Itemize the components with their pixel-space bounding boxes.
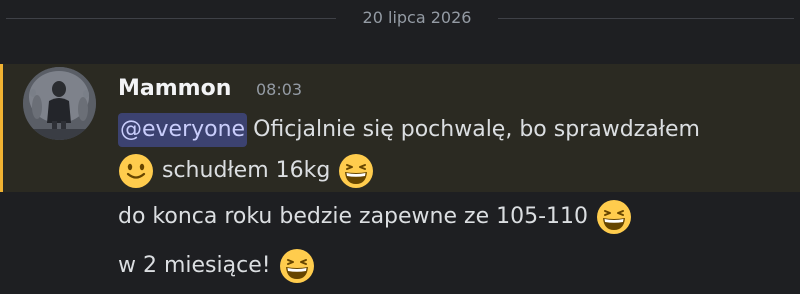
message-text-3: do konca roku bedzie zapewne ze 105-110 — [118, 204, 589, 229]
message-text-2: schudłem 16kg — [162, 158, 331, 183]
message-line-2: schudłem 16kg — [118, 153, 374, 189]
divider-line-right — [498, 18, 794, 19]
avatar[interactable] — [23, 67, 96, 140]
message-text-1: Oficjalnie się pochwalę, bo sprawdzałem — [253, 117, 700, 142]
date-divider: 20 lipca 2026 — [0, 0, 800, 40]
slightly-smiling-face-icon[interactable] — [118, 153, 154, 189]
mention-highlight-bar — [0, 64, 3, 192]
divider-line-left — [6, 18, 336, 19]
message-timestamp[interactable]: 08:03 — [256, 80, 302, 100]
date-divider-label: 20 lipca 2026 — [362, 8, 472, 27]
grinning-squinting-face-icon[interactable] — [596, 199, 632, 235]
message-line-1: @everyone Oficjalnie się pochwalę, bo sp… — [118, 113, 700, 147]
grinning-squinting-face-icon[interactable] — [279, 248, 315, 284]
message-line-4: w 2 miesiące! — [118, 248, 315, 284]
message-author[interactable]: Mammon — [118, 75, 231, 103]
avatar-image — [23, 67, 96, 140]
message-text-4: w 2 miesiące! — [118, 253, 271, 278]
mention-everyone[interactable]: @everyone — [118, 113, 248, 147]
grinning-squinting-face-icon[interactable] — [338, 153, 374, 189]
message-line-3: do konca roku bedzie zapewne ze 105-110 — [118, 199, 632, 235]
